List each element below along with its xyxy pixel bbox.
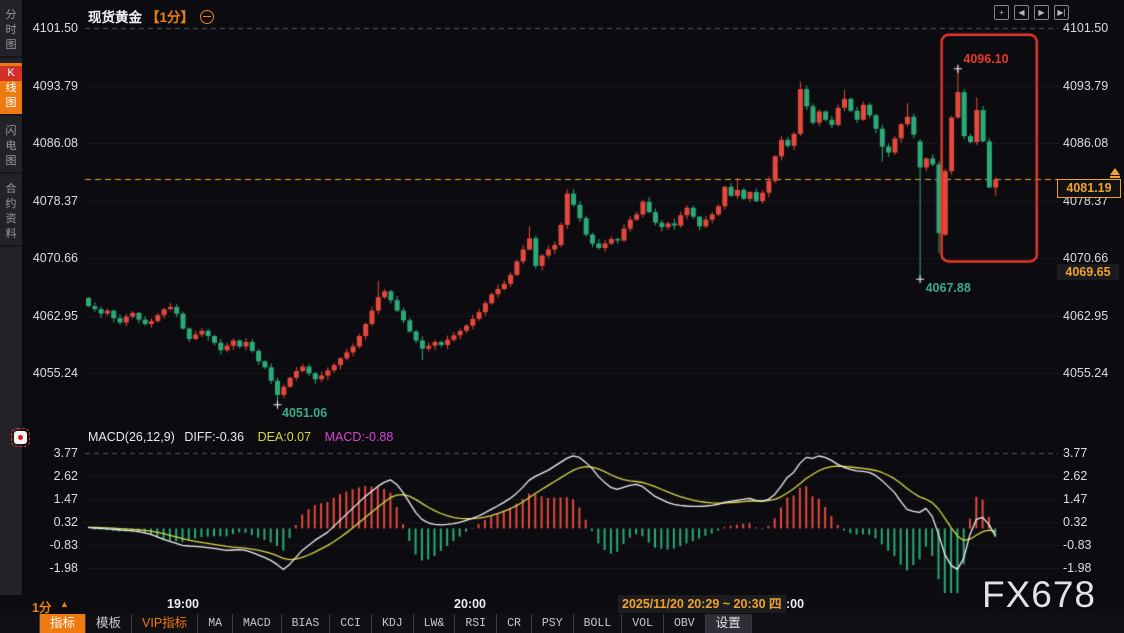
toolbar-tab-BIAS[interactable]: BIAS — [282, 614, 331, 633]
indicator-toolbar: 指标模板VIP指标MAMACDBIASCCIKDJLW&RSICRPSYBOLL… — [0, 614, 1124, 633]
extreme-price-label: 4096.10 — [963, 52, 1008, 66]
y-axis-tick-right: 4062.95 — [1063, 309, 1108, 323]
reference-price-badge: 4069.65 — [1057, 264, 1119, 280]
crosshair-icon[interactable]: + — [994, 5, 1009, 20]
sidebar-item-char: 约 — [0, 197, 22, 212]
toolbar-tab-VIP指标[interactable]: VIP指标 — [132, 614, 198, 633]
sidebar-item-char: 分 — [0, 8, 22, 23]
chart-type-sidebar: 分时图K线图闪电图合约资料 — [0, 0, 22, 595]
sidebar-item-分时图[interactable]: 分时图 — [0, 5, 22, 58]
candlestick-chart-canvas[interactable] — [0, 0, 1124, 633]
y-axis-tick-right: 0.32 — [1063, 515, 1087, 529]
macd-indicator-header: MACD(26,12,9) DIFF:-0.36 DEA:0.07 MACD:-… — [88, 430, 393, 444]
sidebar-item-char: 时 — [0, 23, 22, 38]
y-axis-tick-left: 2.62 — [22, 469, 78, 483]
macd-dea-value: DEA:0.07 — [258, 430, 312, 444]
sidebar-item-char: 图 — [0, 38, 22, 53]
y-axis-tick-left: 4070.66 — [22, 251, 78, 265]
y-axis-tick-right: 3.77 — [1063, 446, 1087, 460]
sidebar-item-char: 线 — [0, 81, 22, 96]
price-pointer-arrow-icon — [1110, 168, 1120, 175]
chart-title-bar: 现货黄金【1分】 — [88, 6, 214, 26]
y-axis-tick-left: -1.98 — [22, 561, 78, 575]
y-axis-tick-left: 4062.95 — [22, 309, 78, 323]
toolbar-tab-BOLL[interactable]: BOLL — [574, 614, 623, 633]
toolbar-tab-MA[interactable]: MA — [198, 614, 233, 633]
macd-diff-value: DIFF:-0.36 — [184, 430, 244, 444]
y-axis-tick-right: 4086.08 — [1063, 136, 1108, 150]
interval-tag: 【1分】 — [146, 10, 194, 25]
collapse-circle-minus-icon[interactable] — [200, 10, 214, 24]
y-axis-tick-right: 1.47 — [1063, 492, 1087, 506]
scroll-right-icon[interactable]: ▶ — [1034, 5, 1049, 20]
y-axis-tick-right: -1.98 — [1063, 561, 1092, 575]
toolbar-tab-CR[interactable]: CR — [497, 614, 532, 633]
fx678-watermark: FX678 — [982, 574, 1096, 616]
toolbar-tab-PSY[interactable]: PSY — [532, 614, 574, 633]
y-axis-tick-right: 4101.50 — [1063, 21, 1108, 35]
y-axis-tick-left: 4055.24 — [22, 366, 78, 380]
sidebar-item-char: K — [0, 66, 22, 81]
toolbar-tab-OBV[interactable]: OBV — [664, 614, 706, 633]
y-axis-tick-left: 3.77 — [22, 446, 78, 460]
y-axis-tick-left: 4093.79 — [22, 79, 78, 93]
time-label-partial: :00 — [786, 597, 804, 611]
sidebar-item-char: 图 — [0, 154, 22, 169]
macd-macd-value: MACD:-0.88 — [325, 430, 394, 444]
sidebar-item-char: 电 — [0, 139, 22, 154]
scroll-left-icon[interactable]: ◀ — [1014, 5, 1029, 20]
chart-toolbar-icons: + ◀ ▶ ▶| — [994, 5, 1069, 20]
y-axis-tick-left: 4086.08 — [22, 136, 78, 150]
toolbar-tab-CCI[interactable]: CCI — [330, 614, 372, 633]
toolbar-tab-设置[interactable]: 设置 — [706, 614, 752, 633]
candle-time-tooltip: 2025/11/20 20:29 ~ 20:30 四 — [618, 595, 786, 613]
y-axis-tick-right: -0.83 — [1063, 538, 1092, 552]
jump-to-latest-icon[interactable]: ▶| — [1054, 5, 1069, 20]
toolbar-spacer — [0, 614, 40, 633]
sidebar-item-合约资料[interactable]: 合约资料 — [0, 179, 22, 247]
y-axis-tick-left: 0.32 — [22, 515, 78, 529]
toolbar-tab-VOL[interactable]: VOL — [622, 614, 664, 633]
indicator-alert-icon[interactable] — [14, 431, 27, 444]
y-axis-tick-left: 4101.50 — [22, 21, 78, 35]
last-price-badge: 4081.19 — [1057, 179, 1121, 198]
y-axis-tick-right: 4093.79 — [1063, 79, 1108, 93]
y-axis-tick-left: 4078.37 — [22, 194, 78, 208]
toolbar-tab-模板[interactable]: 模板 — [86, 614, 132, 633]
interval-dropdown-arrow-icon[interactable]: ▲ — [60, 599, 69, 609]
toolbar-tab-LW&[interactable]: LW& — [414, 614, 456, 633]
symbol-name: 现货黄金 — [88, 10, 142, 25]
toolbar-tab-MACD[interactable]: MACD — [233, 614, 282, 633]
sidebar-item-char: 图 — [0, 96, 22, 111]
y-axis-tick-right: 4070.66 — [1063, 251, 1108, 265]
y-axis-tick-left: -0.83 — [22, 538, 78, 552]
y-axis-tick-right: 2.62 — [1063, 469, 1087, 483]
trading-app-window: 分时图K线图闪电图合约资料 现货黄金【1分】 +◀▶▶| 4101.504093… — [0, 0, 1124, 633]
time-label-19:00: 19:00 — [160, 597, 206, 611]
time-axis: 1分 ▲ 2025/11/20 20:29 ~ 20:30 四 :00 19:0… — [0, 595, 1124, 614]
toolbar-tab-KDJ[interactable]: KDJ — [372, 614, 414, 633]
toolbar-tab-指标[interactable]: 指标 — [40, 614, 86, 633]
y-axis-tick-left: 1.47 — [22, 492, 78, 506]
toolbar-tab-RSI[interactable]: RSI — [455, 614, 497, 633]
sidebar-item-char: 料 — [0, 227, 22, 242]
extreme-price-label: 4067.88 — [926, 281, 971, 295]
extreme-price-label: 4051.06 — [282, 406, 327, 420]
sidebar-item-K线图[interactable]: K线图 — [0, 63, 22, 116]
sidebar-item-char: 合 — [0, 182, 22, 197]
sidebar-item-char: 资 — [0, 212, 22, 227]
time-label-20:00: 20:00 — [447, 597, 493, 611]
macd-title: MACD(26,12,9) — [88, 430, 175, 444]
sidebar-item-闪电图[interactable]: 闪电图 — [0, 121, 22, 174]
sidebar-item-char: 闪 — [0, 124, 22, 139]
y-axis-tick-right: 4055.24 — [1063, 366, 1108, 380]
